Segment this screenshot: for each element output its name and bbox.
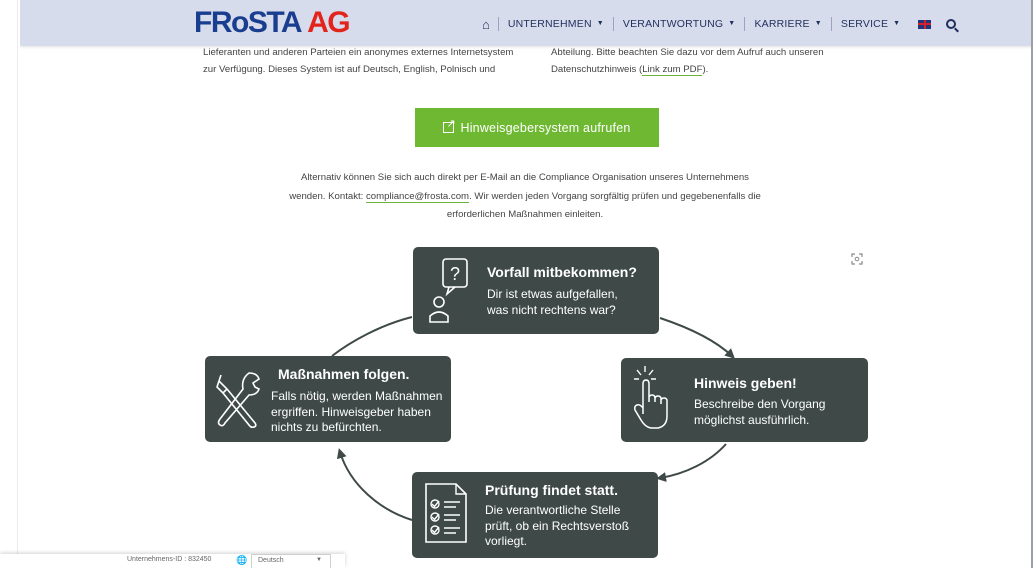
frosta-logo[interactable]: FRoSTA AG xyxy=(194,6,351,40)
step-body-line: was nicht rechtens war? xyxy=(487,302,616,317)
step-body: Beschreibe den Vorgang möglichst ausführ… xyxy=(694,397,825,428)
caret-down-icon: ▼ xyxy=(893,20,901,28)
step-body: Dir ist etwas aufgefallen, was nicht rec… xyxy=(487,287,618,318)
nav-item-verantwortung[interactable]: VERANTWORTUNG ▼ xyxy=(612,16,745,32)
cookie-language-widget: Unternehmens-ID : 832450 🌐 Deutsch ▼ xyxy=(0,554,345,568)
nav-item-service[interactable]: SERVICE ▼ xyxy=(830,16,909,32)
nav-item-karriere[interactable]: KARRIERE ▼ xyxy=(744,16,830,32)
svg-text:?: ? xyxy=(450,264,460,284)
step-card-incident: ? Vorfall mitbekommen? Dir ist etwas auf… xyxy=(413,247,659,334)
step-body-line: vorliegt. xyxy=(485,534,528,548)
step-card-review: Prüfung findet statt. Die verantwortlich… xyxy=(412,472,658,558)
caret-down-icon: ▼ xyxy=(728,20,736,28)
logo-ag-text: AG xyxy=(307,6,351,39)
question-person-icon: ? xyxy=(429,258,468,323)
step-body-line: nichts zu befürchten. xyxy=(271,420,382,434)
nav-label: VERANTWORTUNG xyxy=(622,17,724,30)
company-id-text: Unternehmens-ID : 832450 xyxy=(127,556,212,563)
step-card-measures: Maßnahmen folgen. Falls nötig, werden Ma… xyxy=(205,356,451,442)
step-card-report: Hinweis geben! Beschreibe den Vorgang mö… xyxy=(621,358,868,442)
search-icon[interactable] xyxy=(946,19,957,29)
language-value: Deutsch xyxy=(258,557,284,564)
uk-flag-icon[interactable] xyxy=(918,19,932,29)
logo-text: FRoSTA xyxy=(194,6,303,39)
step-title: Vorfall mitbekommen? xyxy=(487,264,637,280)
page-edge xyxy=(0,0,18,568)
step-body: Die verantwortliche Stelle prüft, ob ein… xyxy=(485,503,629,550)
step-body-line: Dir ist etwas aufgefallen, xyxy=(487,287,618,301)
step-body-line: Beschreibe den Vorgang xyxy=(694,397,826,411)
language-select[interactable]: Deutsch ▼ xyxy=(251,554,331,568)
step-title: Hinweis geben! xyxy=(694,375,797,391)
tools-icon xyxy=(216,372,260,429)
caret-down-icon: ▼ xyxy=(814,20,822,28)
site-header: FRoSTA AG ⌂ UNTERNEHMEN ▼ VERANTWORTUNG ▼ K… xyxy=(20,0,1031,46)
step-body-line: möglichst ausführlich. xyxy=(694,412,810,427)
nav-label: KARRIERE xyxy=(754,17,810,30)
globe-icon: 🌐 xyxy=(236,555,248,565)
step-body-line: ergriffen. Hinweisgeber haben xyxy=(271,404,431,419)
step-title: Maßnahmen folgen. xyxy=(278,366,410,382)
step-body: Falls nötig, werden Maßnahmen ergriffen.… xyxy=(271,389,442,436)
main-nav: ⌂ UNTERNEHMEN ▼ VERANTWORTUNG ▼ KARRIERE ▼ … xyxy=(482,14,957,34)
chevron-down-icon: ▼ xyxy=(316,557,322,563)
step-body-line: Die verantwortliche Stelle xyxy=(485,503,621,517)
nav-item-unternehmen[interactable]: UNTERNEHMEN ▼ xyxy=(497,16,613,32)
caret-down-icon: ▼ xyxy=(596,20,604,28)
nav-label: SERVICE xyxy=(840,17,889,30)
step-title: Prüfung findet statt. xyxy=(485,482,618,498)
checklist-icon xyxy=(425,483,467,543)
page-frame: Lieferanten und anderen Parteien ein ano… xyxy=(20,0,1033,568)
hand-pointer-icon xyxy=(634,366,668,429)
nav-label: UNTERNEHMEN xyxy=(507,17,592,30)
step-body-line: Falls nötig, werden Maßnahmen xyxy=(271,389,443,403)
home-icon[interactable]: ⌂ xyxy=(482,17,498,32)
step-body-line: prüft, ob ein Rechtsverstoß xyxy=(485,518,630,533)
